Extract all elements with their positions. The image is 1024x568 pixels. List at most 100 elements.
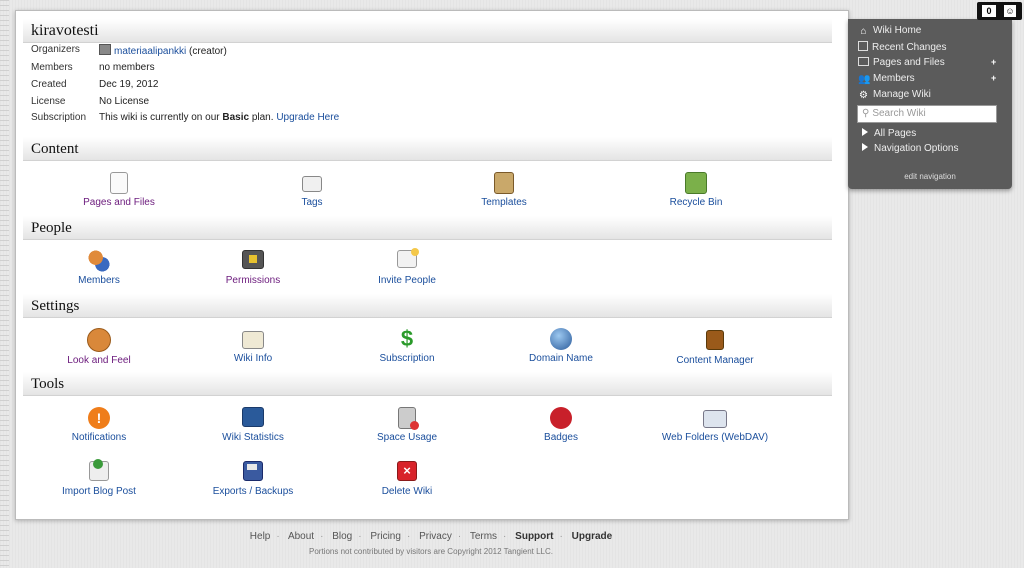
footer-terms-link[interactable]: Terms (470, 531, 497, 542)
footer-help-link[interactable]: Help (250, 531, 271, 542)
tools-section-header: Tools (23, 372, 832, 396)
floppy-disk-icon (243, 461, 263, 481)
pages-and-files-tool[interactable]: Pages and Files (49, 172, 189, 208)
subscription-tool-label: Subscription (379, 353, 435, 364)
sidebar-item-wiki-home[interactable]: ⌂ Wiki Home (858, 25, 921, 40)
subscription-tool[interactable]: $ Subscription (337, 326, 477, 365)
upgrade-link[interactable]: Upgrade Here (276, 112, 339, 123)
wiki-statistics-label: Wiki Statistics (222, 432, 284, 443)
sidebar-item-label: Navigation Options (874, 143, 959, 154)
subscription-suffix: plan. (249, 112, 277, 123)
import-icon (89, 459, 109, 481)
organizer-link[interactable]: materiaalipankki (114, 46, 186, 57)
settings-section-header: Settings (23, 294, 832, 318)
add-member-icon[interactable]: + (991, 74, 999, 83)
people-section-header: People (23, 216, 832, 240)
permissions-label: Permissions (225, 275, 281, 286)
footer-about-link[interactable]: About (288, 531, 314, 542)
members-tool[interactable]: Members (29, 250, 169, 286)
import-blog-post-label: Import Blog Post (62, 486, 136, 497)
sidebar-item-recent-changes[interactable]: Recent Changes (858, 41, 947, 56)
document-icon (110, 172, 128, 194)
badges-tool[interactable]: Badges (491, 407, 631, 443)
sidebar-item-label: All Pages (874, 128, 917, 139)
people-section-title: People (31, 220, 72, 236)
search-input[interactable]: ⚲ Search Wiki (857, 105, 997, 123)
sidebar-item-label: Pages and Files (873, 57, 945, 68)
subscription-prefix: This wiki is currently on our (99, 112, 223, 123)
members-value: no members (99, 62, 155, 73)
sidebar-item-manage-wiki[interactable]: ⚙ Manage Wiki (858, 89, 931, 104)
copyright-text: Portions not contributed by visitors are… (309, 547, 553, 556)
created-label: Created (31, 79, 67, 90)
look-and-feel-label: Look and Feel (67, 355, 131, 366)
created-value: Dec 19, 2012 (99, 79, 159, 90)
tags-tool[interactable]: Tags (242, 172, 382, 208)
badge-icon (550, 407, 572, 429)
id-card-icon (242, 331, 264, 349)
tools-section-title: Tools (31, 376, 65, 392)
dollar-icon: $ (400, 326, 414, 351)
sidebar-item-navigation-options[interactable]: Navigation Options (862, 143, 959, 158)
notifications-label: Notifications (71, 432, 127, 443)
content-manager-tool[interactable]: Content Manager (645, 328, 785, 366)
folder-icon (858, 57, 869, 66)
tags-icon (302, 176, 322, 192)
templates-tool[interactable]: Templates (434, 172, 574, 208)
look-and-feel-tool[interactable]: Look and Feel (29, 328, 169, 366)
badges-label: Badges (544, 432, 578, 443)
subscription-label: Subscription (31, 112, 87, 123)
space-usage-label: Space Usage (376, 432, 438, 443)
notification-count[interactable]: 0 (982, 5, 996, 17)
home-icon: ⌂ (860, 26, 867, 37)
delete-wiki-tool[interactable]: × Delete Wiki (337, 461, 477, 497)
recycle-bin-icon (685, 172, 707, 194)
footer-support-link[interactable]: Support (515, 531, 553, 542)
add-page-icon[interactable]: + (991, 58, 999, 67)
exports-backups-tool[interactable]: Exports / Backups (183, 461, 323, 497)
footer-upgrade-link[interactable]: Upgrade (572, 531, 613, 542)
disk-usage-icon (398, 407, 419, 430)
permissions-tool[interactable]: Permissions (183, 250, 323, 286)
exclamation-icon: ! (88, 407, 110, 429)
domain-name-label: Domain Name (529, 353, 593, 364)
calendar-icon (858, 41, 868, 51)
footer-pricing-link[interactable]: Pricing (370, 531, 401, 542)
license-label: License (31, 96, 66, 107)
wiki-title: kiravotesti (31, 22, 99, 39)
user-face-icon[interactable]: ☺ (1004, 5, 1016, 17)
expand-triangle-icon (862, 143, 868, 151)
members-label: Members (78, 275, 120, 286)
delete-wiki-label: Delete Wiki (381, 486, 433, 497)
sidebar-item-members[interactable]: 👥 Members + (858, 73, 1006, 88)
organizers-label: Organizers (31, 44, 80, 55)
wiki-statistics-tool[interactable]: Wiki Statistics (183, 407, 323, 443)
lock-monitor-icon (242, 250, 264, 269)
recycle-bin-tool[interactable]: Recycle Bin (626, 172, 766, 208)
settings-section-title: Settings (31, 298, 80, 314)
search-icon: ⚲ (862, 108, 870, 119)
sidebar-item-label: Members (873, 73, 915, 84)
footer-privacy-link[interactable]: Privacy (419, 531, 452, 542)
delete-x-icon: × (397, 461, 417, 481)
import-blog-post-tool[interactable]: Import Blog Post (29, 459, 169, 497)
notifications-tool[interactable]: ! Notifications (29, 407, 169, 443)
network-folders-icon (703, 410, 727, 428)
sidebar-item-pages-and-files[interactable]: Pages and Files + (858, 57, 1006, 72)
space-usage-tool[interactable]: Space Usage (337, 407, 477, 443)
wiki-info-tool[interactable]: Wiki Info (183, 328, 323, 364)
edit-navigation-link[interactable]: edit navigation (848, 172, 1012, 181)
members-icon (88, 250, 110, 272)
wiki-info-label: Wiki Info (233, 353, 273, 364)
domain-name-tool[interactable]: Domain Name (491, 328, 631, 364)
invite-people-tool[interactable]: Invite People (337, 248, 477, 286)
globe-icon (550, 328, 572, 350)
stats-monitor-icon (242, 407, 264, 427)
palette-icon (87, 328, 111, 352)
sidebar-item-all-pages[interactable]: All Pages (862, 128, 916, 143)
user-avatar-icon (99, 44, 111, 55)
people-icon: 👥 (858, 74, 871, 85)
footer-blog-link[interactable]: Blog (332, 531, 352, 542)
web-folders-tool[interactable]: Web Folders (WebDAV) (645, 407, 785, 443)
content-manager-icon (706, 330, 724, 350)
